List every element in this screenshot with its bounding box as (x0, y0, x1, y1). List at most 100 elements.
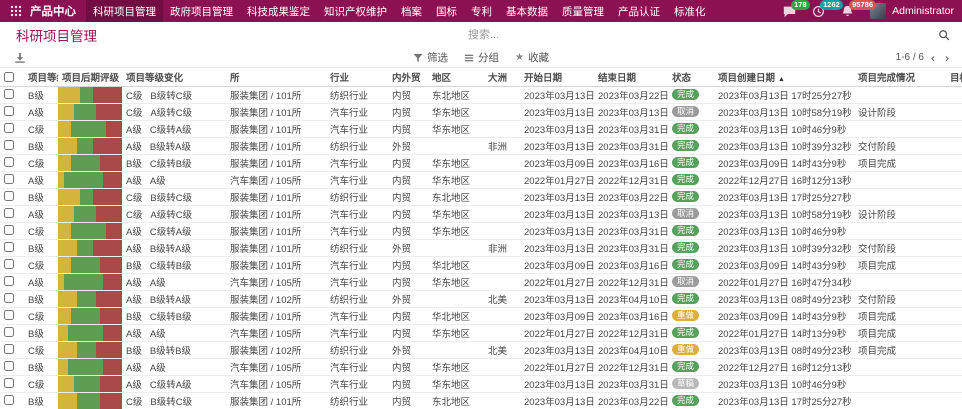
cell-level: C级 (24, 256, 58, 273)
search-icon[interactable] (936, 29, 952, 41)
row-checkbox[interactable] (4, 344, 14, 354)
top-menu-item[interactable]: 知识产权维护 (317, 0, 394, 22)
column-header[interactable]: 项目创建日期▲ (714, 68, 854, 86)
row-checkbox[interactable] (4, 327, 14, 337)
table-row[interactable]: B级C级B级转C级服装集团 / 101所纺织行业内贸东北地区2023年03月13… (0, 188, 962, 205)
row-checkbox[interactable] (4, 191, 14, 201)
cell-continent (484, 120, 520, 137)
table-row[interactable]: B级A级A级汽车集团 / 105所汽车行业内贸华东地区2022年01月27日20… (0, 358, 962, 375)
column-header[interactable]: 大洲 (484, 68, 520, 86)
pager-next-button[interactable]: › (942, 51, 952, 65)
column-header[interactable]: 行业 (326, 68, 388, 86)
top-menu-item[interactable]: 基本数据 (499, 0, 555, 22)
table-row[interactable]: B级A级B级转A级服装集团 / 101所纺织行业外贸非洲2023年03月13日2… (0, 137, 962, 154)
level-change-text: C级转A级 (150, 380, 192, 391)
brand-title[interactable]: 产品中心 (30, 3, 76, 19)
favorites-button[interactable]: ★ 收藏 (515, 50, 549, 65)
column-header[interactable]: 内外贸 (388, 68, 428, 86)
cell-target-date (946, 307, 962, 324)
table-row[interactable]: C级A级C级转A级汽车集团 / 105所汽车行业内贸华东地区2023年03月13… (0, 375, 962, 392)
table-row[interactable]: A级A级A级汽车集团 / 105所汽车行业内贸华东地区2022年01月27日20… (0, 171, 962, 188)
clock-icon[interactable]: 1262 (812, 5, 825, 18)
table-row[interactable]: B级C级B级转C级服装集团 / 101所纺织行业内贸东北地区2023年03月13… (0, 86, 962, 103)
table-row[interactable]: C级B级C级转B级服装集团 / 101所汽车行业内贸华北地区2023年03月09… (0, 256, 962, 273)
top-menu-item[interactable]: 标准化 (667, 0, 713, 22)
cell-level-change: C级B级转C级 (122, 86, 226, 103)
column-header[interactable]: 项目等级变化 (122, 68, 226, 86)
column-header[interactable]: 目标日期 (946, 68, 962, 86)
row-checkbox[interactable] (4, 361, 14, 371)
top-menu-item[interactable]: 科研项目管理 (86, 0, 163, 22)
table-row[interactable]: A级A级A级汽车集团 / 105所汽车行业内贸华东地区2022年01月27日20… (0, 273, 962, 290)
cell-institute: 服装集团 / 101所 (226, 239, 326, 256)
top-menu-item[interactable]: 国标 (429, 0, 464, 22)
row-checkbox[interactable] (4, 140, 14, 150)
table-row[interactable]: B级A级A级汽车集团 / 105所汽车行业内贸华东地区2022年01月27日20… (0, 324, 962, 341)
table-row[interactable]: A级C级A级转C级服装集团 / 101所汽车行业内贸华东地区2023年03月13… (0, 205, 962, 222)
row-checkbox[interactable] (4, 276, 14, 286)
groupby-button[interactable]: 分组 (464, 50, 499, 65)
bell-icon[interactable]: 95786 (841, 5, 854, 18)
row-select-cell (0, 273, 24, 290)
row-checkbox[interactable] (4, 259, 14, 269)
row-checkbox[interactable] (4, 395, 14, 405)
pager-prev-button[interactable]: ‹ (928, 51, 938, 65)
cell-completion (854, 358, 946, 375)
row-checkbox[interactable] (4, 225, 14, 235)
cell-industry: 汽车行业 (326, 120, 388, 137)
top-menu-item[interactable]: 质量管理 (555, 0, 611, 22)
column-header[interactable]: 开始日期 (520, 68, 594, 86)
row-checkbox[interactable] (4, 174, 14, 184)
message-icon[interactable]: 178 (783, 5, 796, 18)
apps-grid-icon[interactable] (6, 0, 26, 22)
column-header[interactable]: 所 (226, 68, 326, 86)
filter-button[interactable]: 筛选 (413, 50, 448, 65)
cell-created-date: 2023年03月13日 10时58分19秒 (714, 103, 854, 120)
rating-bar-segment (71, 155, 100, 171)
top-menu-item[interactable]: 科技成果鉴定 (240, 0, 317, 22)
column-header[interactable]: 项目等级 (24, 68, 58, 86)
table-row[interactable]: B级A级B级转A级服装集团 / 102所纺织行业外贸北美2023年03月13日2… (0, 290, 962, 307)
column-header[interactable]: 结束日期 (594, 68, 668, 86)
table-row[interactable]: C级B级C级转B级服装集团 / 101所汽车行业内贸华东地区2023年03月09… (0, 154, 962, 171)
rating-bar (58, 223, 122, 239)
user-name[interactable]: Administrator (892, 5, 954, 17)
table-row[interactable]: C级A级C级转A级服装集团 / 101所汽车行业内贸华东地区2023年03月13… (0, 222, 962, 239)
export-button[interactable] (14, 52, 26, 64)
row-checkbox[interactable] (4, 89, 14, 99)
cell-created-date: 2022年01月27日 14时13分9秒 (714, 324, 854, 341)
select-all-header (0, 68, 24, 86)
cell-target-date (946, 273, 962, 290)
row-checkbox[interactable] (4, 293, 14, 303)
column-header[interactable]: 项目后期评级 (58, 68, 122, 86)
row-checkbox[interactable] (4, 378, 14, 388)
top-menu-item[interactable]: 档案 (394, 0, 429, 22)
search-input[interactable] (468, 29, 936, 41)
top-menu-item[interactable]: 专利 (464, 0, 499, 22)
table-row[interactable]: C级B级B级转B级服装集团 / 102所纺织行业外贸北美2023年03月13日2… (0, 341, 962, 358)
column-header[interactable]: 状态 (668, 68, 714, 86)
row-checkbox[interactable] (4, 242, 14, 252)
column-header[interactable]: 项目完成情况 (854, 68, 946, 86)
cell-created-date: 2023年03月13日 17时25分27秒 (714, 392, 854, 409)
table-row[interactable]: C级A级C级转A级服装集团 / 101所汽车行业内贸华东地区2023年03月13… (0, 120, 962, 137)
cell-start-date: 2023年03月13日 (520, 86, 594, 103)
cell-trade: 内贸 (388, 120, 428, 137)
top-menu-item[interactable]: 产品认证 (611, 0, 667, 22)
row-checkbox[interactable] (4, 208, 14, 218)
table-row[interactable]: B级A级B级转A级服装集团 / 101所纺织行业外贸非洲2023年03月13日2… (0, 239, 962, 256)
table-row[interactable]: B级C级B级转C级服装集团 / 101所纺织行业内贸东北地区2023年03月13… (0, 392, 962, 409)
column-header[interactable]: 地区 (428, 68, 484, 86)
row-checkbox[interactable] (4, 310, 14, 320)
select-all-checkbox[interactable] (4, 72, 14, 82)
row-checkbox[interactable] (4, 106, 14, 116)
topbar-right: 178 1262 95786 Administrator (783, 3, 954, 19)
row-checkbox[interactable] (4, 157, 14, 167)
table-row[interactable]: C级B级C级转B级服装集团 / 101所汽车行业内贸华北地区2023年03月09… (0, 307, 962, 324)
rating-bar-segment (71, 257, 100, 273)
cell-industry: 汽车行业 (326, 324, 388, 341)
table-row[interactable]: A级C级A级转C级服装集团 / 101所汽车行业内贸华东地区2023年03月13… (0, 103, 962, 120)
rating-bar-segment (96, 104, 122, 120)
top-menu-item[interactable]: 政府项目管理 (163, 0, 240, 22)
row-checkbox[interactable] (4, 123, 14, 133)
